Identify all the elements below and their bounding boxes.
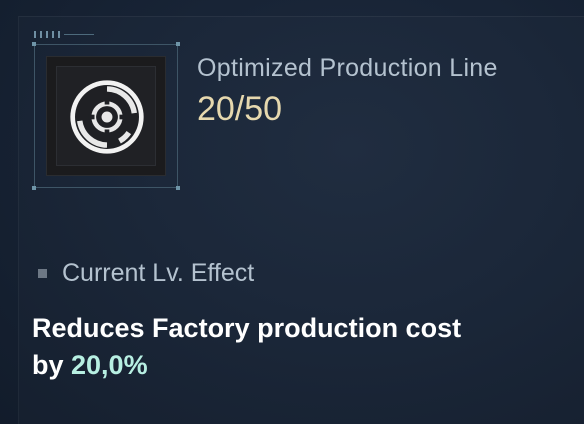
frame-corner	[32, 186, 36, 190]
effect-value: 20,0%	[71, 350, 148, 380]
frame-tick-decoration	[34, 31, 94, 38]
skill-level: 20/50	[197, 90, 283, 128]
skill-icon-frame	[32, 42, 180, 190]
effect-description: Reduces Factory production cost by 20,0%	[32, 310, 572, 384]
skill-title: Optimized Production Line	[197, 54, 498, 82]
effect-description-prefix: by	[32, 350, 72, 380]
frame-corner	[32, 42, 36, 46]
skill-tooltip-panel: Optimized Production Line 20/50 Current …	[0, 0, 584, 424]
effect-description-line1: Reduces Factory production cost	[32, 313, 462, 343]
cog-ring-icon	[70, 80, 144, 154]
effect-heading-label: Current Lv. Effect	[62, 259, 255, 287]
frame-corner	[176, 186, 180, 190]
square-bullet-icon	[38, 269, 47, 278]
effect-heading: Current Lv. Effect	[38, 259, 254, 288]
frame-corner	[176, 42, 180, 46]
